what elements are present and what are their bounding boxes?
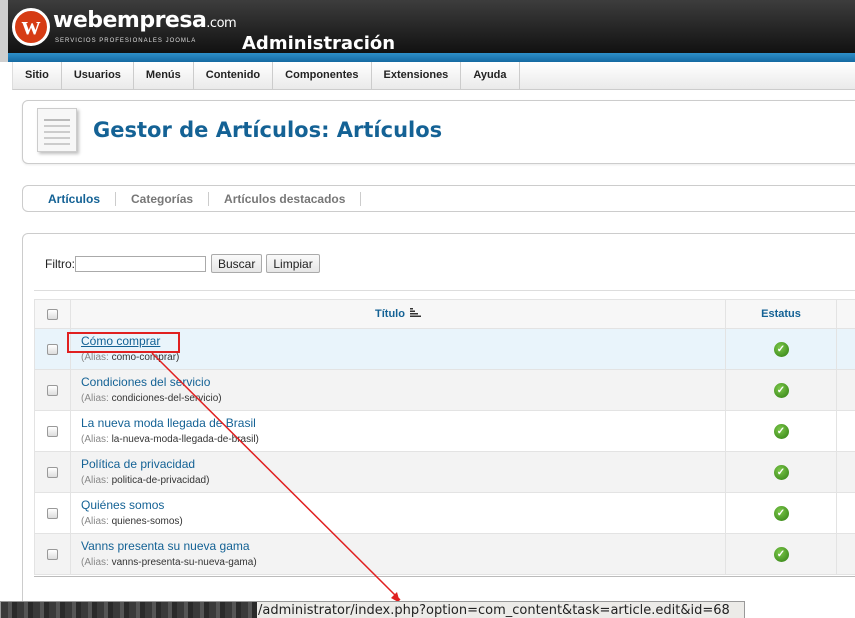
alias-value: politica-de-privacidad): [111, 474, 210, 486]
row-checkbox[interactable]: [47, 343, 58, 355]
alias-label: (Alias:: [81, 474, 109, 486]
alias-label: (Alias:: [81, 392, 109, 404]
logo-text[interactable]: webempresa.com: [53, 8, 237, 33]
clear-button[interactable]: Limpiar: [266, 254, 320, 273]
row-checkbox[interactable]: [47, 548, 58, 560]
filter-label: Filtro:: [45, 256, 75, 271]
row-checkbox[interactable]: [47, 507, 58, 519]
article-alias: (Alias: la-nueva-moda-llegada-de-brasil): [81, 433, 725, 447]
table-row[interactable]: La nueva moda llegada de Brasil (Alias: …: [34, 410, 855, 452]
published-check-icon[interactable]: ✓: [773, 341, 789, 357]
page-title: Gestor de Artículos: Artículos: [93, 118, 443, 142]
article-title-link[interactable]: Condiciones del servicio: [81, 375, 725, 390]
submenu: Artículos Categorías Artículos destacado…: [22, 185, 855, 212]
article-alias: (Alias: politica-de-privacidad): [81, 474, 725, 488]
sort-icon[interactable]: [410, 308, 421, 320]
column-header-title[interactable]: Título: [70, 299, 726, 329]
article-alias: (Alias: condiciones-del-servicio): [81, 392, 725, 406]
main-menu: Sitio Usuarios Menús Contenido Component…: [12, 62, 855, 90]
select-all-checkbox[interactable]: [47, 308, 58, 320]
alias-label: (Alias:: [81, 556, 109, 568]
divider: [34, 290, 855, 291]
article-title-link[interactable]: Vanns presenta su nueva gama: [81, 539, 725, 554]
table-row[interactable]: Vanns presenta su nueva gama (Alias: van…: [34, 533, 855, 575]
logo-suffix: .com: [206, 16, 237, 31]
published-check-icon[interactable]: ✓: [773, 382, 789, 398]
select-all-header: [34, 299, 71, 329]
article-alias: (Alias: quienes-somos): [81, 515, 725, 529]
search-button[interactable]: Buscar: [211, 254, 263, 273]
article-icon: [37, 108, 77, 152]
tab-articulos-destacados[interactable]: Artículos destacados: [209, 191, 362, 206]
article-alias: (Alias: vanns-presenta-su-nueva-gama): [81, 556, 725, 570]
alias-label: (Alias:: [81, 515, 109, 527]
alias-label: (Alias:: [81, 433, 109, 445]
filter-input[interactable]: [75, 255, 206, 272]
menu-item-sitio[interactable]: Sitio: [13, 62, 62, 89]
header-stripe: [0, 53, 855, 62]
row-checkbox[interactable]: [47, 466, 58, 478]
status-url: /administrator/index.php?option=com_cont…: [258, 603, 730, 618]
menu-item-menus[interactable]: Menús: [134, 62, 194, 89]
obscured-url-prefix: [1, 602, 257, 618]
article-title-link[interactable]: Quiénes somos: [81, 498, 725, 513]
column-title-label[interactable]: Título: [375, 308, 405, 320]
article-title-link[interactable]: La nueva moda llegada de Brasil: [81, 416, 725, 431]
menu-item-componentes[interactable]: Componentes: [273, 62, 372, 89]
published-check-icon[interactable]: ✓: [773, 546, 789, 562]
table-row[interactable]: Condiciones del servicio (Alias: condici…: [34, 369, 855, 411]
menu-item-contenido[interactable]: Contenido: [194, 62, 274, 89]
row-checkbox[interactable]: [47, 384, 58, 396]
admin-title: Administración: [242, 33, 396, 54]
tab-categorias[interactable]: Categorías: [116, 191, 210, 206]
column-header-status[interactable]: Estatus: [725, 299, 837, 329]
alias-label: (Alias:: [81, 351, 109, 363]
alias-value: como-comprar): [111, 351, 180, 363]
menu-item-ayuda[interactable]: Ayuda: [461, 62, 520, 89]
annotation-highlight-box: [67, 332, 180, 353]
column-header-extra: [836, 299, 855, 329]
menu-item-usuarios[interactable]: Usuarios: [62, 62, 134, 89]
row-checkbox[interactable]: [47, 425, 58, 437]
table-row[interactable]: Quiénes somos (Alias: quienes-somos) ✓: [34, 492, 855, 534]
alias-value: condiciones-del-servicio): [111, 392, 222, 404]
published-check-icon[interactable]: ✓: [773, 505, 789, 521]
tab-articulos[interactable]: Artículos: [33, 191, 117, 206]
published-check-icon[interactable]: ✓: [773, 464, 789, 480]
alias-value: vanns-presenta-su-nueva-gama): [111, 556, 257, 568]
published-check-icon[interactable]: ✓: [773, 423, 789, 439]
table-footer-line: [34, 576, 855, 577]
alias-value: la-nueva-moda-llegada-de-brasil): [111, 433, 259, 445]
logo-icon[interactable]: w: [12, 8, 50, 46]
alias-value: quienes-somos): [111, 515, 183, 527]
toolbar-box: Gestor de Artículos: Artículos: [22, 100, 855, 164]
article-title-link[interactable]: Política de privacidad: [81, 457, 725, 472]
browser-status-bar: /administrator/index.php?option=com_cont…: [0, 601, 745, 618]
table-row[interactable]: Política de privacidad (Alias: politica-…: [34, 451, 855, 493]
logo-tagline: SERVICIOS PROFESIONALES JOOMLA: [55, 38, 197, 44]
filter-bar: Filtro: Buscar Limpiar: [45, 254, 324, 273]
logo-name: webempresa: [53, 8, 207, 33]
menu-item-extensiones[interactable]: Extensiones: [372, 62, 462, 89]
